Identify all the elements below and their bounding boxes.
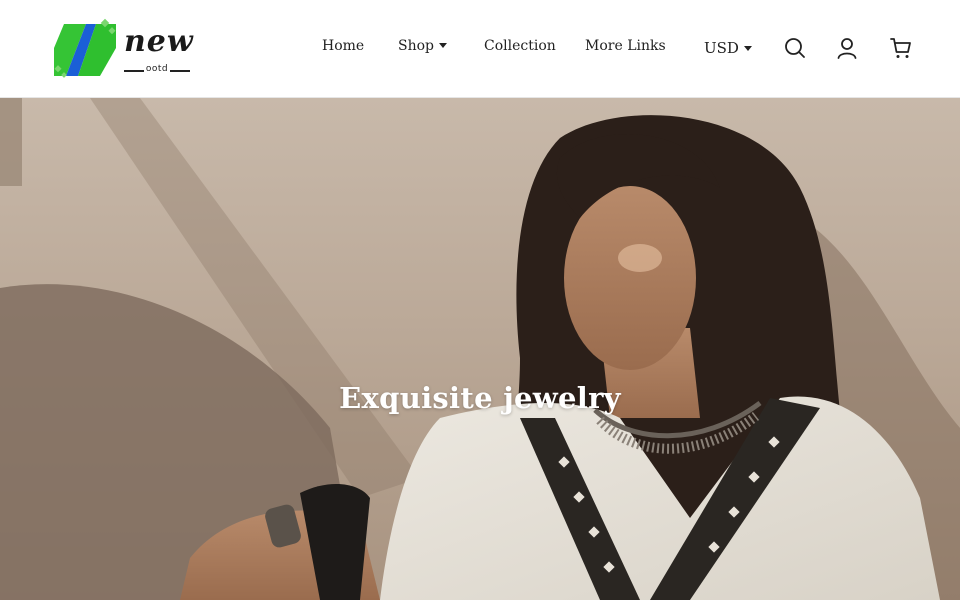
site-logo[interactable]: new ootd	[52, 18, 194, 80]
account-icon	[837, 38, 857, 59]
site-header: new ootd Home Shop Collection More Links…	[0, 0, 960, 98]
nav-home[interactable]: Home	[322, 38, 364, 54]
logo-mark-icon	[54, 18, 116, 78]
search-icon	[785, 38, 805, 58]
nav-collection[interactable]: Collection	[484, 38, 556, 54]
nav-more-links[interactable]: More Links	[585, 38, 666, 54]
chevron-down-icon	[439, 42, 447, 48]
nav-shop-label: Shop	[398, 38, 434, 54]
search-button[interactable]	[783, 36, 807, 60]
currency-selector[interactable]: USD	[704, 39, 752, 57]
hero-banner: Exquisite jewelry	[0, 98, 960, 600]
chevron-down-icon	[743, 45, 752, 51]
logo-subtitle: ootd	[124, 64, 190, 74]
hero-image	[0, 98, 960, 600]
logo-wordmark: new	[124, 24, 194, 59]
cart-button[interactable]	[889, 36, 913, 60]
currency-label: USD	[704, 39, 739, 57]
account-button[interactable]	[835, 36, 859, 60]
cart-icon	[890, 38, 911, 58]
nav-shop[interactable]: Shop	[398, 38, 447, 54]
hero-title: Exquisite jewelry	[339, 381, 621, 415]
